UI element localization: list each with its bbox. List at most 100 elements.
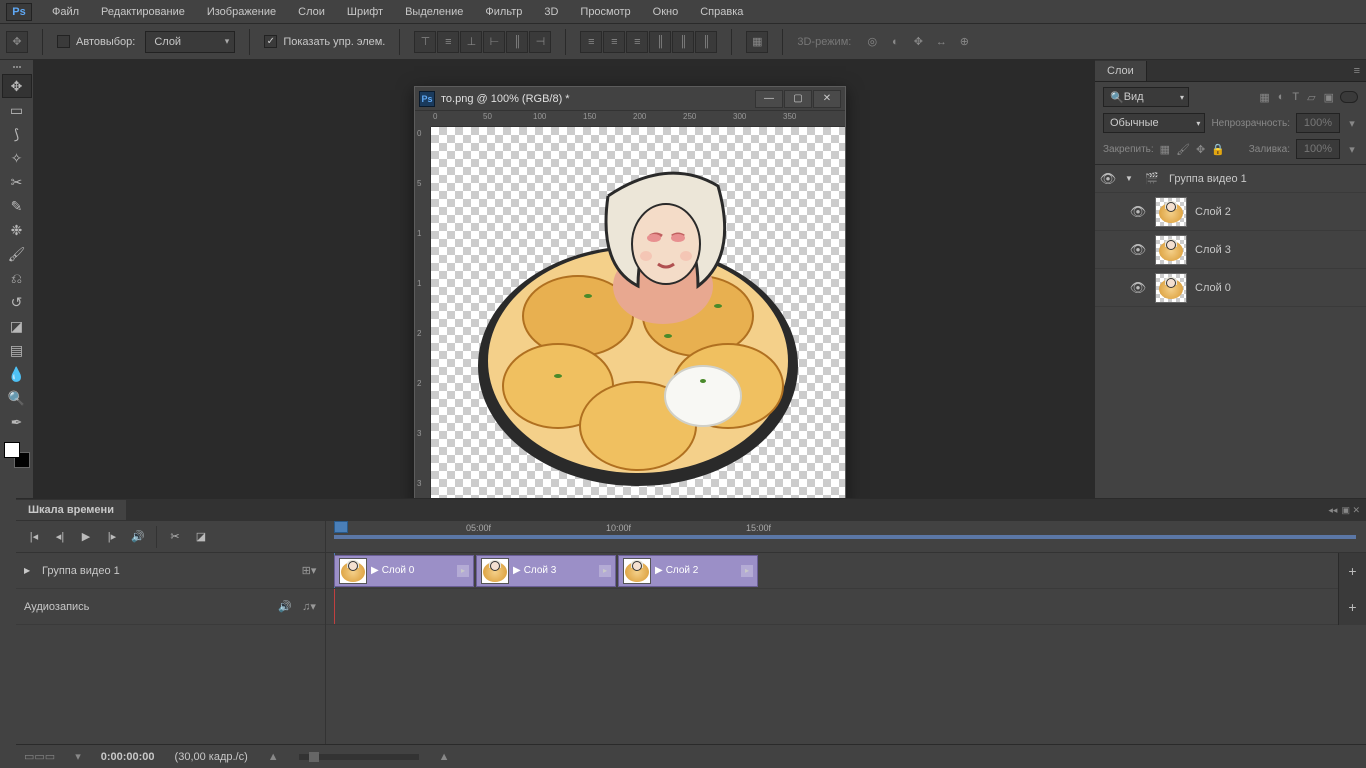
clip-menu-icon[interactable]: ▸ xyxy=(599,565,611,577)
transition-button[interactable]: ◪ xyxy=(189,526,213,548)
move-tool[interactable]: ✥ xyxy=(2,74,32,98)
3d-orbit-icon[interactable]: ◎ xyxy=(861,31,883,53)
dist-vcenter-icon[interactable]: ≡ xyxy=(603,31,625,53)
autoselect-checkbox[interactable] xyxy=(57,35,70,48)
film-icon[interactable]: ⊞▾ xyxy=(301,564,317,577)
autoselect-dropdown[interactable]: Слой xyxy=(145,31,235,53)
timeline-zoom-slider[interactable] xyxy=(299,754,419,760)
clone-stamp-tool[interactable]: ⎌ xyxy=(2,266,32,290)
panel-close-icon[interactable]: ▣ ✕ xyxy=(1341,505,1360,516)
ruler-vertical[interactable]: 0 5 1 1 2 2 3 3 xyxy=(415,127,431,505)
lock-all-icon[interactable]: 🔒 xyxy=(1211,143,1225,156)
lock-paint-icon[interactable]: 🖌 xyxy=(1176,143,1190,156)
panel-menu-icon[interactable]: ≡ xyxy=(1348,65,1366,77)
timeline-clip[interactable]: ▶ Слой 0 ▸ xyxy=(334,555,474,587)
menu-select[interactable]: Выделение xyxy=(395,2,473,22)
filter-shape-icon[interactable]: ▱ xyxy=(1307,91,1315,104)
foreground-color-swatch[interactable] xyxy=(4,442,20,458)
filter-smart-icon[interactable]: ▣ xyxy=(1324,91,1334,104)
eyedropper-tool[interactable]: ✎ xyxy=(2,194,32,218)
zoom-out-icon[interactable]: ▲ xyxy=(268,751,279,763)
close-button[interactable]: ✕ xyxy=(813,90,841,108)
timeline-tab[interactable]: Шкала времени xyxy=(16,500,126,520)
align-vcenter-icon[interactable]: ≡ xyxy=(437,31,459,53)
brush-tool[interactable]: 🖌 xyxy=(2,242,32,266)
menu-type[interactable]: Шрифт xyxy=(337,2,393,22)
filter-toggle[interactable] xyxy=(1340,91,1358,103)
menu-filter[interactable]: Фильтр xyxy=(475,2,532,22)
blur-tool[interactable]: 💧 xyxy=(2,362,32,386)
visibility-toggle-icon[interactable]: 👁 xyxy=(1129,280,1147,296)
crop-tool[interactable]: ✂ xyxy=(2,170,32,194)
filter-adjust-icon[interactable]: ◐ xyxy=(1278,91,1285,104)
move-tool-icon[interactable]: ✥ xyxy=(6,31,28,53)
timeline-video-track[interactable]: ▶ Слой 0 ▸ ▶ Слой 3 ▸ ▶ Слой 2 ▸ xyxy=(326,553,1366,589)
menu-window[interactable]: Окно xyxy=(643,2,689,22)
visibility-toggle-icon[interactable]: 👁 xyxy=(1129,242,1147,258)
menu-edit[interactable]: Редактирование xyxy=(91,2,195,22)
lasso-tool[interactable]: ⟆ xyxy=(2,122,32,146)
marquee-tool[interactable]: ▭ xyxy=(2,98,32,122)
3d-roll-icon[interactable]: ◐ xyxy=(884,31,906,53)
clip-menu-icon[interactable]: ▸ xyxy=(457,565,469,577)
layer-name[interactable]: Слой 3 xyxy=(1195,244,1231,256)
menu-view[interactable]: Просмотр xyxy=(570,2,640,22)
menu-file[interactable]: Файл xyxy=(42,2,89,22)
timeline-group-header[interactable]: ▶ Группа видео 1 ⊞▾ xyxy=(16,553,325,589)
fill-value[interactable]: 100% xyxy=(1296,139,1340,159)
frame-rate[interactable]: (30,00 кадр./с) xyxy=(175,751,248,763)
layer-group-row[interactable]: 👁 ▼ 🎬 Группа видео 1 xyxy=(1095,165,1366,193)
timeline-clip[interactable]: ▶ Слой 2 ▸ xyxy=(618,555,758,587)
prev-frame-button[interactable]: ◂| xyxy=(48,526,72,548)
visibility-toggle-icon[interactable]: 👁 xyxy=(1099,171,1117,187)
filter-type-icon[interactable]: T xyxy=(1292,91,1299,104)
play-button[interactable]: ▶ xyxy=(74,526,98,548)
align-hcenter-icon[interactable]: ║ xyxy=(506,31,528,53)
layer-row[interactable]: 👁 Слой 0 xyxy=(1095,269,1366,307)
maximize-button[interactable]: ▢ xyxy=(784,90,812,108)
panel-collapse-icon[interactable]: ◂◂ xyxy=(1328,505,1337,516)
layer-thumbnail[interactable] xyxy=(1155,273,1187,303)
layer-name[interactable]: Слой 0 xyxy=(1195,282,1231,294)
panel-grip-icon[interactable] xyxy=(10,66,24,70)
expand-icon[interactable]: ▼ xyxy=(1125,174,1135,183)
menu-3d[interactable]: 3D xyxy=(534,2,568,22)
next-frame-button[interactable]: |▸ xyxy=(100,526,124,548)
eraser-tool[interactable]: ◪ xyxy=(2,314,32,338)
document-window[interactable]: Ps то.png @ 100% (RGB/8) * — ▢ ✕ 0 50 10… xyxy=(414,86,846,506)
blend-mode-dropdown[interactable]: Обычные xyxy=(1103,113,1205,133)
document-titlebar[interactable]: Ps то.png @ 100% (RGB/8) * — ▢ ✕ xyxy=(415,87,845,111)
add-audio-track-button[interactable]: + xyxy=(1338,589,1366,625)
3d-zoom-icon[interactable]: ⊕ xyxy=(953,31,975,53)
3d-pan-icon[interactable]: ✥ xyxy=(907,31,929,53)
dist-left-icon[interactable]: ║ xyxy=(649,31,671,53)
history-brush-tool[interactable]: ↺ xyxy=(2,290,32,314)
visibility-toggle-icon[interactable]: 👁 xyxy=(1129,204,1147,220)
menu-image[interactable]: Изображение xyxy=(197,2,286,22)
speaker-icon[interactable]: 🔊 xyxy=(277,600,293,613)
document-canvas[interactable] xyxy=(431,127,845,505)
show-transform-checkbox[interactable]: ✓ xyxy=(264,35,277,48)
timeline-clip[interactable]: ▶ Слой 3 ▸ xyxy=(476,555,616,587)
layers-tab[interactable]: Слои xyxy=(1095,61,1147,81)
ruler-horizontal[interactable]: 0 50 100 150 200 250 300 350 xyxy=(431,111,845,127)
frame-mode-icon[interactable]: ▭▭▭ xyxy=(24,750,55,763)
filter-image-icon[interactable]: ▦ xyxy=(1259,91,1269,104)
menu-help[interactable]: Справка xyxy=(690,2,753,22)
expand-icon[interactable]: ▶ xyxy=(24,566,34,575)
dist-hcenter-icon[interactable]: ║ xyxy=(672,31,694,53)
layer-thumbnail[interactable] xyxy=(1155,235,1187,265)
mute-button[interactable]: 🔊 xyxy=(126,526,150,548)
dodge-tool[interactable]: 🔍 xyxy=(2,386,32,410)
menu-layers[interactable]: Слои xyxy=(288,2,335,22)
dist-right-icon[interactable]: ║ xyxy=(695,31,717,53)
zoom-in-icon[interactable]: ▲ xyxy=(439,751,450,763)
split-clip-button[interactable]: ✂ xyxy=(163,526,187,548)
minimize-button[interactable]: — xyxy=(755,90,783,108)
music-icon[interactable]: ♫▾ xyxy=(301,600,317,613)
pen-tool[interactable]: ✒ xyxy=(2,410,32,434)
magic-wand-tool[interactable]: ✧ xyxy=(2,146,32,170)
current-time[interactable]: 0:00:00:00 xyxy=(101,751,155,763)
clip-menu-icon[interactable]: ▸ xyxy=(741,565,753,577)
goto-start-button[interactable]: |◂ xyxy=(22,526,46,548)
